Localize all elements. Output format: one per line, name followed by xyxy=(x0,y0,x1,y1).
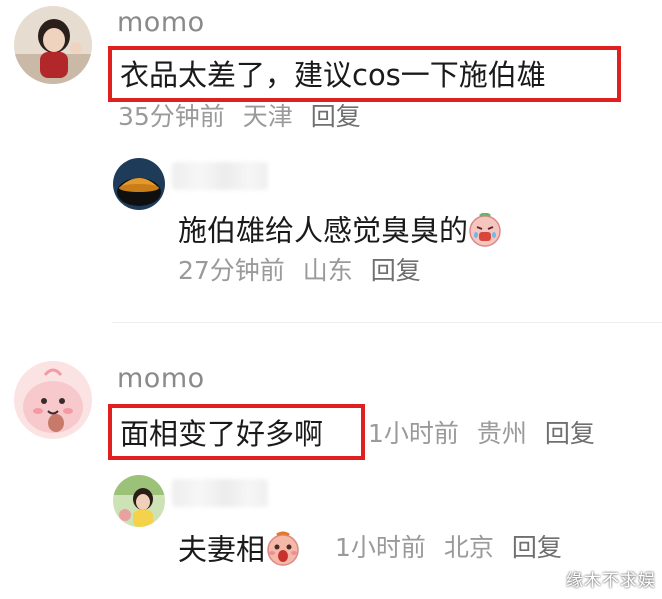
emoji-surprised-face-icon xyxy=(265,531,301,572)
reply-user-avatar-2[interactable] xyxy=(113,475,165,527)
reply-text-content: 夫妻相 xyxy=(178,532,266,567)
comment-location: 贵州 xyxy=(476,419,527,448)
emoji-crying-face-icon xyxy=(468,212,502,252)
reply-meta: 1小时前 北京 回复 xyxy=(335,535,572,560)
reply-button[interactable]: 回复 xyxy=(311,102,361,131)
reply-user-avatar-1[interactable] xyxy=(113,158,165,210)
comment-time: 1小时前 xyxy=(368,419,459,448)
highlight-box xyxy=(108,46,621,102)
reply-time: 1小时前 xyxy=(335,533,426,562)
comment-meta: 1小时前 贵州 回复 xyxy=(368,421,605,446)
comment-divider xyxy=(112,322,662,323)
reply-meta: 27分钟前 山东 回复 xyxy=(178,258,431,283)
comment-location: 天津 xyxy=(242,102,293,131)
blurred-username xyxy=(172,479,268,507)
reply-text-content: 施伯雄给人感觉臭臭的 xyxy=(178,213,469,248)
reply-text: 施伯雄给人感觉臭臭的 xyxy=(178,212,502,252)
highlight-box xyxy=(108,404,365,460)
reply-text: 夫妻相 xyxy=(178,531,301,572)
reply-time: 27分钟前 xyxy=(178,256,285,285)
blurred-username xyxy=(172,162,268,190)
reply-location: 北京 xyxy=(443,533,494,562)
user-avatar-1[interactable] xyxy=(14,6,92,84)
reply-button[interactable]: 回复 xyxy=(545,419,595,448)
user-avatar-2[interactable] xyxy=(14,361,92,439)
reply-button[interactable]: 回复 xyxy=(371,256,421,285)
username[interactable]: momo xyxy=(117,9,205,36)
reply-location: 山东 xyxy=(302,256,353,285)
reply-button[interactable]: 回复 xyxy=(512,533,562,562)
comment-time: 35分钟前 xyxy=(118,102,225,131)
comment-meta: 35分钟前 天津 回复 xyxy=(118,104,371,129)
watermark: 缘木不求娱 xyxy=(566,571,656,591)
username[interactable]: momo xyxy=(117,365,205,392)
